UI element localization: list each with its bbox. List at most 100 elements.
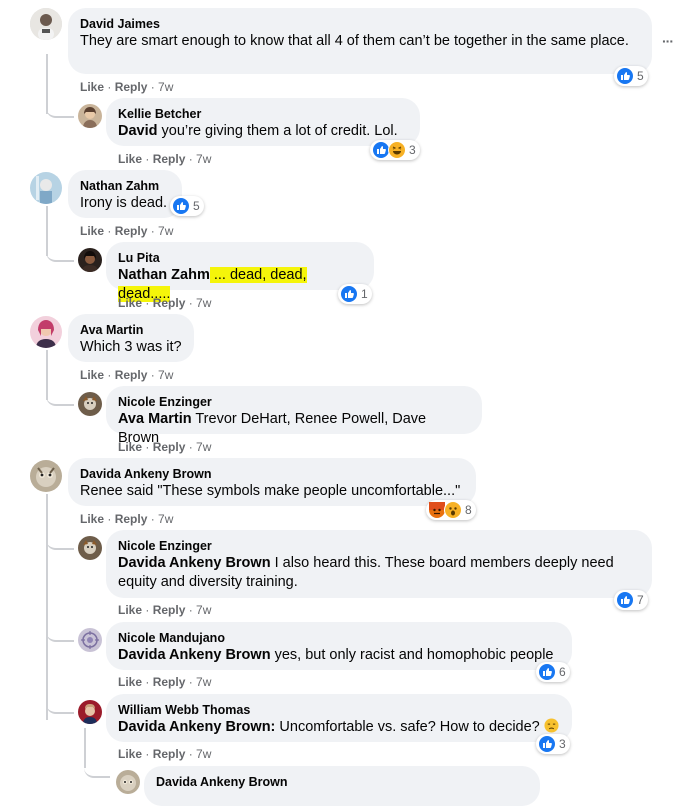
avatar[interactable] xyxy=(78,392,102,416)
thread-connector xyxy=(46,388,74,406)
avatar[interactable] xyxy=(78,248,102,272)
comment-bubble: Nicole Enzinger Ava Martin Trevor DeHart… xyxy=(106,386,482,446)
thread-connector xyxy=(46,696,74,714)
comment-bubble: David Jaimes They are smart enough to kn… xyxy=(68,8,652,74)
comment-author[interactable]: Nicole Enzinger xyxy=(118,538,640,554)
comment-author[interactable]: David Jaimes xyxy=(80,16,640,32)
reaction-count: 6 xyxy=(559,665,566,679)
comment-time[interactable]: 7w xyxy=(196,675,211,689)
like-button[interactable]: Like xyxy=(118,603,142,617)
reply-button[interactable]: Reply xyxy=(115,80,148,94)
like-button[interactable]: Like xyxy=(80,224,104,238)
reaction-count: 3 xyxy=(409,143,416,157)
comment-time[interactable]: 7w xyxy=(196,603,211,617)
comment-actions: Like · Reply · 7w xyxy=(80,512,174,526)
comment-author[interactable]: Kellie Betcher xyxy=(118,106,408,122)
avatar[interactable] xyxy=(30,316,62,348)
comment-author[interactable]: Davida Ankeny Brown xyxy=(156,774,528,790)
reaction-count: 1 xyxy=(361,287,368,301)
comment-time[interactable]: 7w xyxy=(158,512,173,526)
like-button[interactable]: Like xyxy=(80,512,104,526)
comment-time[interactable]: 7w xyxy=(196,440,211,454)
thread-line xyxy=(46,494,48,720)
thread-connector xyxy=(84,758,110,778)
reply-button[interactable]: Reply xyxy=(153,603,186,617)
reaction-summary[interactable]: 6 xyxy=(536,662,570,682)
comment-time[interactable]: 7w xyxy=(196,152,211,166)
reaction-summary[interactable]: 1 xyxy=(338,284,372,304)
reaction-summary[interactable]: 5 xyxy=(614,66,648,86)
comment-author[interactable]: William Webb Thomas xyxy=(118,702,560,718)
mention-link[interactable]: Davida Ankeny Brown xyxy=(118,647,271,663)
comment-text: Which 3 was it? xyxy=(80,339,182,355)
comment-bubble: Nathan Zahm Irony is dead. xyxy=(68,170,182,218)
reaction-count: 5 xyxy=(193,199,200,213)
avatar[interactable] xyxy=(30,8,62,40)
avatar[interactable] xyxy=(78,700,102,724)
reaction-summary[interactable]: 8 xyxy=(426,500,476,520)
comment-bubble: Ava Martin Which 3 was it? xyxy=(68,314,194,362)
comment-bubble: William Webb Thomas Davida Ankeny Brown:… xyxy=(106,694,572,742)
comment-time[interactable]: 7w xyxy=(158,368,173,382)
avatar[interactable] xyxy=(116,770,140,794)
comment-author[interactable]: Nathan Zahm xyxy=(80,178,170,194)
like-reaction-icon xyxy=(616,67,634,85)
mention-link[interactable]: David xyxy=(118,123,158,139)
like-button[interactable]: Like xyxy=(118,296,142,310)
avatar[interactable] xyxy=(30,460,62,492)
avatar[interactable] xyxy=(78,104,102,128)
comment-bubble: Kellie Betcher David you’re giving them … xyxy=(106,98,420,146)
comment-menu-button[interactable]: ··· xyxy=(662,33,674,49)
like-button[interactable]: Like xyxy=(80,80,104,94)
comment-author[interactable]: Lu Pita xyxy=(118,250,362,266)
reply-button[interactable]: Reply xyxy=(115,224,148,238)
comment-bubble: Nicole Enzinger Davida Ankeny Brown I al… xyxy=(106,530,652,598)
like-button[interactable]: Like xyxy=(118,152,142,166)
reaction-summary[interactable]: 3 xyxy=(370,140,420,160)
comment-time[interactable]: 7w xyxy=(196,296,211,310)
comment-text: David you’re giving them a lot of credit… xyxy=(118,123,398,139)
like-reaction-icon xyxy=(616,591,634,609)
mention-link[interactable]: Davida Ankeny Brown: xyxy=(118,719,275,735)
comment-time[interactable]: 7w xyxy=(158,224,173,238)
comment-actions: Like · Reply · 7w xyxy=(118,152,212,166)
mention-link[interactable]: Nathan Zahm xyxy=(118,267,210,283)
comment-author[interactable]: Nicole Enzinger xyxy=(118,394,470,410)
comment-author[interactable]: Davida Ankeny Brown xyxy=(80,466,464,482)
reply-button[interactable]: Reply xyxy=(153,675,186,689)
reaction-summary[interactable]: 5 xyxy=(170,196,204,216)
reply-button[interactable]: Reply xyxy=(153,440,186,454)
haha-reaction-icon xyxy=(388,141,406,159)
avatar[interactable] xyxy=(78,536,102,560)
like-button[interactable]: Like xyxy=(118,675,142,689)
reply-button[interactable]: Reply xyxy=(115,512,148,526)
comment-text: Davida Ankeny Brown: Uncomfortable vs. s… xyxy=(118,718,560,737)
like-button[interactable]: Like xyxy=(80,368,104,382)
mention-link[interactable]: Davida Ankeny Brown xyxy=(118,555,271,571)
reply-button[interactable]: Reply xyxy=(153,152,186,166)
like-button[interactable]: Like xyxy=(118,747,142,761)
comment-actions: Like · Reply · 7w xyxy=(118,296,212,310)
mention-link[interactable]: Ava Martin xyxy=(118,411,192,427)
avatar[interactable] xyxy=(78,628,102,652)
comment-bubble: Davida Ankeny Brown Renee said "These sy… xyxy=(68,458,476,506)
comment-time[interactable]: 7w xyxy=(158,80,173,94)
reply-button[interactable]: Reply xyxy=(153,296,186,310)
like-button[interactable]: Like xyxy=(118,440,142,454)
reply-button[interactable]: Reply xyxy=(115,368,148,382)
comment-actions: Like · Reply · 7w xyxy=(80,224,174,238)
comment-text: Irony is dead. xyxy=(80,195,168,211)
comment-time[interactable]: 7w xyxy=(196,747,211,761)
thread-connector xyxy=(46,244,74,262)
avatar[interactable] xyxy=(30,172,62,204)
like-reaction-icon xyxy=(172,197,190,215)
comment-author[interactable]: Ava Martin xyxy=(80,322,182,338)
comment-text: Davida Ankeny Brown yes, but only racist… xyxy=(118,647,554,663)
reaction-summary[interactable]: 3 xyxy=(536,734,570,754)
comment-author[interactable]: Nicole Mandujano xyxy=(118,630,560,646)
reaction-summary[interactable]: 7 xyxy=(614,590,648,610)
reaction-count: 7 xyxy=(637,593,644,607)
reaction-count: 8 xyxy=(465,503,472,517)
like-reaction-icon xyxy=(340,285,358,303)
reply-button[interactable]: Reply xyxy=(153,747,186,761)
